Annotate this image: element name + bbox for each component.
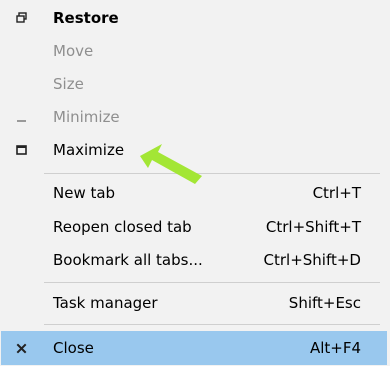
- annotation-arrow-icon: [140, 144, 202, 184]
- menu-item-label: Task manager: [53, 294, 158, 312]
- menu-item-close[interactable]: Close Alt+F4: [0, 332, 390, 364]
- minimize-icon: [14, 109, 30, 125]
- menu-item-label: New tab: [53, 184, 116, 202]
- menu-item-shortcut: Shift+Esc: [288, 294, 361, 312]
- menu-item-label: Size: [53, 75, 84, 93]
- menu-item-label: Maximize: [53, 141, 125, 159]
- menu-item-task-manager[interactable]: Task manager Shift+Esc: [0, 287, 390, 319]
- menu-item-bookmark-all-tabs[interactable]: Bookmark all tabs... Ctrl+Shift+D: [0, 244, 390, 276]
- menu-item-restore[interactable]: Restore: [0, 2, 390, 34]
- menu-item-label: Reopen closed tab: [53, 218, 192, 236]
- menu-item-label: Move: [53, 42, 94, 60]
- menu-item-shortcut: Ctrl+T: [312, 184, 361, 202]
- menu-item-shortcut: Ctrl+Shift+D: [263, 251, 361, 269]
- menu-separator: [44, 324, 380, 325]
- window-context-menu: Restore Move Size Minimize Maximize New …: [0, 0, 390, 366]
- menu-item-move: Move: [0, 35, 390, 67]
- menu-item-label: Bookmark all tabs...: [53, 251, 203, 269]
- menu-item-label: Restore: [53, 9, 119, 27]
- menu-separator: [44, 282, 380, 283]
- restore-icon: [14, 10, 30, 26]
- menu-item-shortcut: Alt+F4: [309, 339, 361, 357]
- close-icon: [14, 340, 30, 356]
- menu-item-reopen-closed-tab[interactable]: Reopen closed tab Ctrl+Shift+T: [0, 211, 390, 243]
- maximize-icon: [14, 142, 30, 158]
- menu-item-minimize: Minimize: [0, 101, 390, 133]
- menu-item-label: Minimize: [53, 108, 120, 126]
- menu-item-shortcut: Ctrl+Shift+T: [265, 218, 361, 236]
- menu-item-size: Size: [0, 68, 390, 100]
- menu-item-label: Close: [53, 339, 94, 357]
